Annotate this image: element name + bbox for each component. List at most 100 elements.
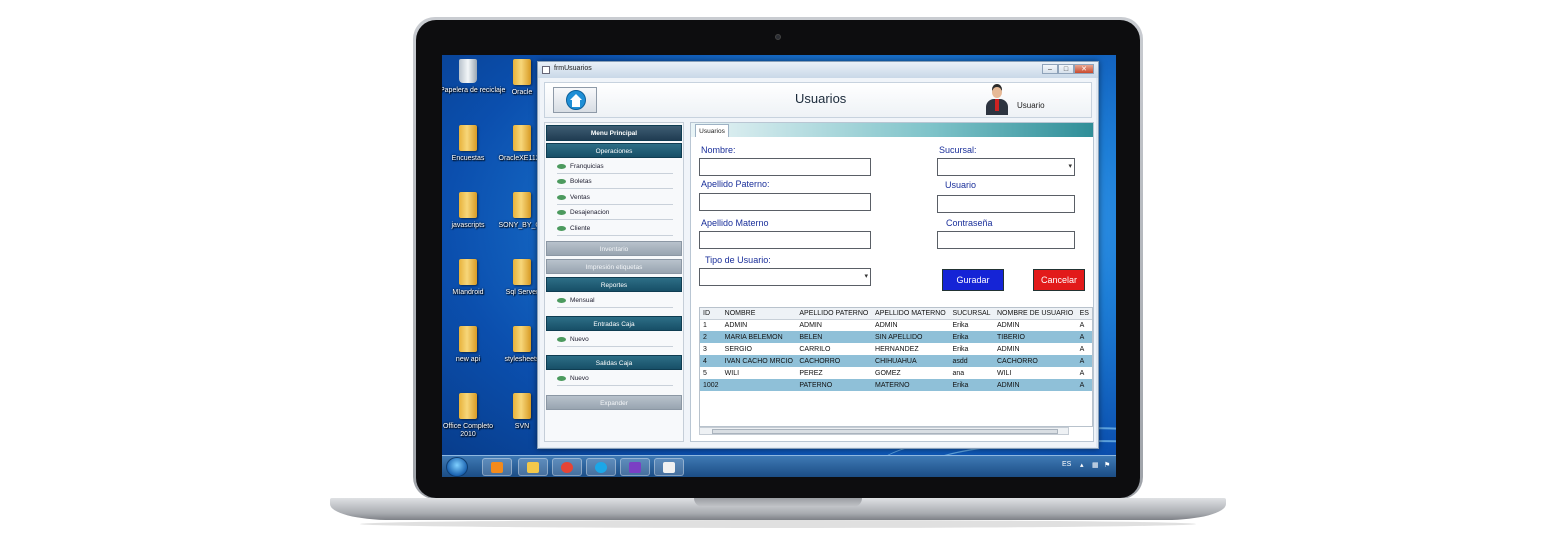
document-icon[interactable] — [654, 458, 684, 476]
table-cell: Erika — [949, 379, 994, 391]
tab-usuarios[interactable]: Usuarios — [695, 124, 729, 137]
column-header[interactable]: ES — [1076, 308, 1092, 320]
main-menu: Menu Principal Operaciones Franquicias B… — [544, 122, 684, 442]
table-header-row: ID NOMBRE APELLIDO PATERNO APELLIDO MATE… — [700, 308, 1092, 320]
column-header[interactable]: ID — [700, 308, 722, 320]
nombre-field[interactable] — [699, 158, 871, 176]
eye-icon — [557, 209, 566, 215]
visual-studio-icon[interactable] — [620, 458, 650, 476]
media-player-icon[interactable] — [482, 458, 512, 476]
table-cell: SERGIO — [724, 345, 752, 353]
current-user-label: Usuario — [1017, 101, 1045, 110]
table-cell: ADMIN — [994, 379, 1077, 391]
desktop-icon[interactable]: Office Completo 2010 — [442, 393, 496, 439]
menu-item-ventas[interactable]: Ventas — [557, 191, 673, 205]
folder-icon — [513, 125, 531, 151]
apellido-materno-field[interactable] — [699, 231, 871, 249]
table-cell: 4 — [700, 355, 722, 367]
content-panel: Usuarios Nombre: Apellido Paterno: Apell… — [690, 122, 1094, 442]
table-cell: ADMIN — [799, 321, 822, 329]
table-cell: WILI — [724, 369, 740, 377]
skype-icon[interactable] — [586, 458, 616, 476]
tipo-usuario-select[interactable] — [699, 268, 871, 286]
maximize-icon[interactable]: □ — [1058, 64, 1074, 74]
table-cell: 3 — [703, 345, 707, 353]
menu-section-reportes[interactable]: Reportes — [546, 277, 682, 292]
menu-section-entradas[interactable]: Entradas Caja — [546, 316, 682, 331]
desktop-icon[interactable]: javascripts — [442, 192, 496, 230]
table-cell: A — [1076, 331, 1092, 343]
table-row[interactable]: 2 MARIA BELEMON BELEN SIN APELLIDO Erika… — [700, 331, 1092, 343]
sucursal-select[interactable] — [937, 158, 1075, 176]
product-mockup: Papelera de reciclaje Oracle Encuestas O… — [0, 0, 1556, 549]
language-indicator[interactable]: ES — [1062, 461, 1071, 468]
menu-section-salidas[interactable]: Salidas Caja — [546, 355, 682, 370]
eye-icon — [557, 178, 566, 184]
usuario-field[interactable] — [937, 195, 1075, 213]
table-cell: ADMIN — [997, 345, 1020, 353]
column-header[interactable]: APELLIDO MATERNO — [872, 308, 950, 320]
contrasena-field[interactable] — [937, 231, 1075, 249]
form-header: Usuarios Usuario — [544, 82, 1092, 118]
laptop-notch — [694, 498, 862, 507]
table-cell: MATERNO — [872, 379, 950, 391]
table-row[interactable]: 4 IVAN CACHO MRCIO CACHORRO CHIHUAHUA as… — [700, 355, 1092, 367]
horizontal-scrollbar[interactable] — [699, 427, 1069, 435]
tab-strip: Usuarios — [691, 123, 1093, 137]
users-table: ID NOMBRE APELLIDO PATERNO APELLIDO MATE… — [699, 307, 1093, 427]
taskbar: ES ▴ ▦ ⚑ — [442, 455, 1116, 477]
close-icon[interactable]: ✕ — [1074, 64, 1094, 74]
column-header[interactable]: NOMBRE — [721, 308, 797, 320]
table-row[interactable]: 5 WILI PEREZ GOMEZ ana WILI A — [700, 367, 1092, 379]
table-cell — [721, 379, 797, 391]
desktop-icon[interactable]: new api — [442, 326, 496, 364]
start-button-icon[interactable] — [446, 457, 468, 477]
menu-item-entradas-nuevo[interactable]: Nuevo — [557, 333, 673, 347]
table-cell: TIBERIO — [994, 331, 1077, 343]
menu-item-boletas[interactable]: Boletas — [557, 175, 673, 189]
table-cell: CHIHUAHUA — [872, 355, 950, 367]
flag-icon[interactable]: ⚑ — [1104, 461, 1110, 469]
column-header[interactable]: SUCURSAL — [949, 308, 994, 320]
table-cell: 2 — [700, 331, 722, 343]
column-header[interactable]: APELLIDO PATERNO — [796, 308, 873, 320]
menu-item-label: Cliente — [570, 225, 591, 232]
table-cell: 1002 — [700, 379, 722, 391]
file-explorer-icon[interactable] — [518, 458, 548, 476]
table-cell: CACHORRO — [796, 355, 873, 367]
menu-section-impresion[interactable]: Impresión etiquetas — [546, 259, 682, 274]
chrome-icon[interactable] — [552, 458, 582, 476]
cancel-button[interactable]: Cancelar — [1033, 269, 1085, 291]
menu-item-label: Ventas — [570, 194, 590, 201]
eye-icon — [557, 163, 566, 169]
table-cell: PEREZ — [799, 369, 823, 377]
apellido-paterno-field[interactable] — [699, 193, 871, 211]
folder-icon — [459, 192, 477, 218]
desktop-icon[interactable]: Papelera de reciclaje — [442, 59, 505, 95]
menu-section-operaciones[interactable]: Operaciones — [546, 143, 682, 158]
menu-item-mensual[interactable]: Mensual — [557, 294, 673, 308]
scrollbar-thumb[interactable] — [712, 429, 1058, 434]
menu-item-salidas-nuevo[interactable]: Nuevo — [557, 372, 673, 386]
column-header[interactable]: NOMBRE DE USUARIO — [994, 308, 1077, 320]
table-row[interactable]: 1 ADMIN ADMIN ADMIN Erika ADMIN A — [700, 319, 1092, 331]
avatar-head — [992, 87, 1002, 98]
app-window: frmUsuarios – □ ✕ Usuarios Usuario Menu … — [537, 61, 1099, 449]
home-button[interactable] — [553, 87, 597, 113]
minimize-icon[interactable]: – — [1042, 64, 1058, 74]
menu-section-expander[interactable]: Expander — [546, 395, 682, 410]
table-cell: ADMIN — [724, 321, 748, 329]
tray-arrow-icon[interactable]: ▴ — [1080, 461, 1084, 469]
desktop-icon[interactable]: Encuestas — [442, 125, 496, 163]
webcam — [775, 34, 781, 40]
menu-item-franquicias[interactable]: Franquicias — [557, 160, 673, 174]
network-icon[interactable]: ▦ — [1092, 461, 1099, 469]
desktop-icon[interactable]: MIandroid — [442, 259, 496, 297]
menu-item-cliente[interactable]: Cliente — [557, 222, 673, 236]
window-titlebar[interactable]: frmUsuarios – □ ✕ — [538, 62, 1098, 78]
menu-item-desajenacion[interactable]: Desajenacion — [557, 206, 673, 220]
menu-section-inventario[interactable]: Inventario — [546, 241, 682, 256]
save-button[interactable]: Guradar — [942, 269, 1004, 291]
table-row[interactable]: 3 SERGIO CARRILO HERNANDEZ Erika ADMIN A — [700, 343, 1092, 355]
table-row[interactable]: 1002 PATERNO MATERNO Erika ADMIN A — [700, 379, 1092, 391]
